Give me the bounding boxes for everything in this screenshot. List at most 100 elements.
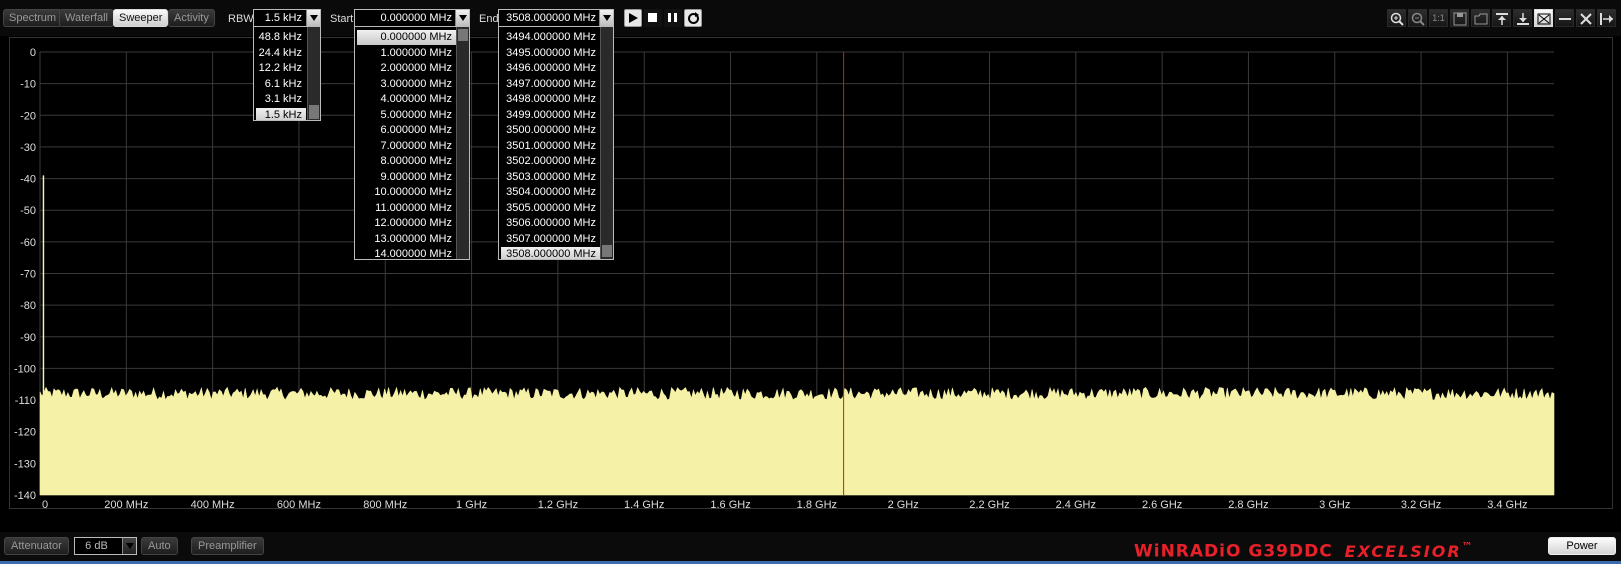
scrollbar[interactable] (456, 27, 469, 259)
scrollbar[interactable] (600, 27, 613, 259)
toolbar: Spectrum Waterfall Sweeper Activity RBW … (0, 0, 1621, 36)
clear-trace-button[interactable] (1534, 9, 1553, 27)
dropdown-option[interactable]: 48.8 kHz (256, 30, 306, 45)
stop-icon (648, 13, 657, 22)
attenuator-button[interactable]: Attenuator (4, 537, 69, 555)
minimize-button[interactable] (1555, 9, 1574, 27)
dropdown-option[interactable]: 13.000000 MHz (357, 232, 456, 247)
bottom-bar: Attenuator 6 dB Auto Preamplifier WiNRAD… (0, 532, 1621, 564)
dropdown-option[interactable]: 6.000000 MHz (357, 123, 456, 138)
dropdown-option[interactable]: 3506.000000 MHz (501, 216, 600, 231)
tab-waterfall[interactable]: Waterfall (59, 9, 114, 27)
dropdown-option[interactable]: 3503.000000 MHz (501, 170, 600, 185)
end-select[interactable]: 3508.000000 MHz (498, 9, 614, 27)
align-bottom-button[interactable] (1513, 9, 1532, 27)
scrollbar-thumb[interactable] (309, 105, 319, 119)
zoom-in-button[interactable] (1387, 9, 1406, 27)
dropdown-option[interactable]: 12.000000 MHz (357, 216, 456, 231)
dropdown-option[interactable]: 24.4 kHz (256, 46, 306, 61)
minimize-icon (1559, 18, 1571, 20)
clear-trace-icon (1537, 13, 1551, 25)
start-dropdown[interactable]: 0.000000 MHz 1.000000 MHz 2.000000 MHz 3.00… (354, 26, 470, 260)
attenuator-select[interactable]: 6 dB (74, 537, 137, 555)
dropdown-option[interactable]: 6.1 kHz (256, 77, 306, 92)
brand-sub: EXCELSIOR (1344, 541, 1462, 561)
attenuator-value: 6 dB (85, 540, 108, 552)
zoom-out-button[interactable] (1408, 9, 1427, 27)
dropdown-option[interactable]: 3.000000 MHz (357, 77, 456, 92)
open-button[interactable] (1471, 9, 1490, 27)
stop-button[interactable] (644, 9, 662, 27)
dropdown-option[interactable]: 3.1 kHz (256, 92, 306, 107)
scrollbar-thumb[interactable] (602, 245, 612, 257)
dropdown-option[interactable]: 3504.000000 MHz (501, 185, 600, 200)
zoom-reset-button[interactable]: 1:1 (1429, 9, 1448, 27)
end-dropdown[interactable]: 3494.000000 MHz 3495.000000 MHz 3496.00000… (498, 26, 614, 260)
dock-icon (1600, 13, 1613, 25)
dropdown-option[interactable]: 1.5 kHz (256, 107, 306, 120)
pause-icon (668, 13, 677, 22)
chevron-down-icon[interactable] (306, 10, 320, 26)
brand-tm: ™ (1461, 540, 1474, 553)
dropdown-option[interactable]: 3497.000000 MHz (501, 77, 600, 92)
dropdown-option[interactable]: 10.000000 MHz (357, 185, 456, 200)
dropdown-option[interactable]: 3495.000000 MHz (501, 46, 600, 61)
start-select[interactable]: 0.000000 MHz (354, 9, 470, 27)
auto-button[interactable]: Auto (141, 537, 178, 555)
dropdown-option[interactable]: 3508.000000 MHz (501, 247, 600, 259)
dropdown-option[interactable]: 8.000000 MHz (357, 154, 456, 169)
dropdown-option[interactable]: 4.000000 MHz (357, 92, 456, 107)
dropdown-option[interactable]: 3496.000000 MHz (501, 61, 600, 76)
chevron-down-icon[interactable] (122, 538, 136, 554)
x-tick-label: 600 MHz (277, 499, 321, 510)
refresh-button[interactable] (684, 9, 702, 27)
chevron-down-icon[interactable] (455, 10, 469, 26)
y-tick-label: -90 (20, 332, 36, 344)
dropdown-option[interactable]: 1.000000 MHz (357, 46, 456, 61)
dropdown-option[interactable]: 3499.000000 MHz (501, 108, 600, 123)
power-button[interactable]: Power (1548, 537, 1616, 555)
dock-button[interactable] (1597, 9, 1616, 27)
open-icon (1474, 13, 1488, 25)
tab-spectrum[interactable]: Spectrum (3, 9, 63, 27)
dropdown-option[interactable]: 14.000000 MHz (357, 247, 456, 259)
play-button[interactable] (624, 9, 642, 27)
dropdown-option[interactable]: 0.000000 MHz (357, 30, 456, 45)
dropdown-option[interactable]: 7.000000 MHz (357, 139, 456, 154)
x-tick-label: 3.4 GHz (1487, 499, 1527, 510)
tab-sweeper[interactable]: Sweeper (113, 9, 169, 27)
end-label: End (479, 13, 499, 25)
x-tick-label: 1.4 GHz (624, 499, 664, 510)
x-tick-label: 2.2 GHz (969, 499, 1009, 510)
sweep-plot[interactable]: 0 -10 -20 -30 -40 -50 -60 -70 -80 -90 -100 -110 -120… (9, 37, 1613, 510)
dropdown-option[interactable]: 9.000000 MHz (357, 170, 456, 185)
dropdown-option[interactable]: 3505.000000 MHz (501, 201, 600, 216)
dropdown-option[interactable]: 3498.000000 MHz (501, 92, 600, 107)
scrollbar[interactable] (307, 27, 320, 120)
scrollbar-thumb[interactable] (458, 29, 468, 41)
dropdown-option[interactable]: 11.000000 MHz (357, 201, 456, 216)
tab-activity[interactable]: Activity (168, 9, 215, 27)
chevron-down-icon[interactable] (599, 10, 613, 26)
x-tick-label: 2 GHz (888, 499, 919, 510)
align-bottom-icon (1517, 13, 1529, 25)
dropdown-option[interactable]: 3500.000000 MHz (501, 123, 600, 138)
dropdown-option[interactable]: 2.000000 MHz (357, 61, 456, 76)
close-button[interactable] (1576, 9, 1595, 27)
dropdown-option[interactable]: 5.000000 MHz (357, 108, 456, 123)
dropdown-option[interactable]: 3494.000000 MHz (501, 30, 600, 45)
save-button[interactable] (1450, 9, 1469, 27)
y-tick-label: -140 (14, 490, 36, 502)
rbw-dropdown[interactable]: 48.8 kHz 24.4 kHz 12.2 kHz 6.1 kHz 3.1 kHz 1.… (253, 26, 321, 121)
align-top-button[interactable] (1492, 9, 1511, 27)
dropdown-option[interactable]: 3501.000000 MHz (501, 139, 600, 154)
rbw-select[interactable]: 1.5 kHz (253, 9, 321, 27)
dropdown-option[interactable]: 12.2 kHz (256, 61, 306, 76)
y-tick-label: -60 (20, 237, 36, 249)
dropdown-option[interactable]: 3502.000000 MHz (501, 154, 600, 169)
x-tick-label: 1.2 GHz (538, 499, 578, 510)
dropdown-option[interactable]: 3507.000000 MHz (501, 232, 600, 247)
preamplifier-button[interactable]: Preamplifier (191, 537, 264, 555)
save-icon (1453, 12, 1467, 26)
pause-button[interactable] (664, 9, 682, 27)
